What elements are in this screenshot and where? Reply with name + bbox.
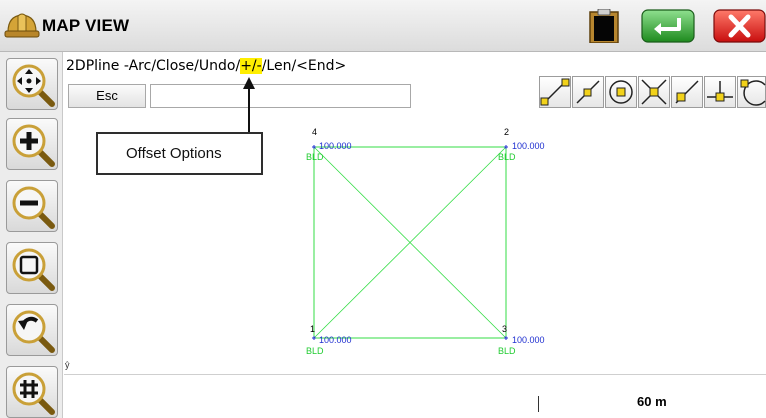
snap-midpoint-button[interactable] <box>572 76 604 108</box>
point-description: BLD <box>306 346 324 356</box>
point-elevation: 100.000 <box>319 335 352 345</box>
point-number: 2 <box>504 127 509 137</box>
snap-nearest-button[interactable] <box>671 76 703 108</box>
pan-icon <box>12 64 55 107</box>
callout-arrow <box>243 77 255 133</box>
zoom-previous-button[interactable] <box>6 304 58 356</box>
point-elevation: 100.000 <box>512 141 545 151</box>
offset-options-highlight[interactable]: +/- <box>240 58 262 74</box>
snap-tangent-icon <box>740 79 766 106</box>
point-number: 3 <box>502 324 507 334</box>
point-2[interactable]: 2 100.000 BLD <box>498 127 545 162</box>
zoom-previous-icon <box>12 310 55 353</box>
zoom-in-button[interactable] <box>6 118 58 170</box>
point-number: 4 <box>312 127 317 137</box>
command-input[interactable] <box>150 84 411 108</box>
snap-midpoint-icon <box>576 80 600 104</box>
snap-intersection-button[interactable] <box>638 76 670 108</box>
point-description: BLD <box>498 346 516 356</box>
grid-icon <box>12 372 55 415</box>
snap-center-button[interactable] <box>605 76 637 108</box>
point-number: 1 <box>310 324 315 334</box>
snap-perpendicular-button[interactable] <box>704 76 736 108</box>
zoom-in-icon <box>12 124 55 167</box>
enter-icon[interactable] <box>641 9 695 43</box>
snap-endpoint-icon <box>540 78 570 106</box>
snap-endpoint-button[interactable] <box>539 76 571 108</box>
clipboard-icon[interactable] <box>584 9 624 43</box>
command-prefix: 2DPline -Arc/Close/Undo/ <box>66 58 241 74</box>
offset-options-callout: Offset Options <box>96 132 263 175</box>
status-divider <box>64 374 766 375</box>
snap-perpendicular-icon <box>707 81 733 102</box>
axis-indicator: ŷ <box>65 360 70 370</box>
snap-tangent-button[interactable] <box>737 76 766 108</box>
point-description: BLD <box>498 152 516 162</box>
zoom-extents-button[interactable] <box>6 242 58 294</box>
pan-button[interactable] <box>6 58 58 110</box>
zoom-out-button[interactable] <box>6 180 58 232</box>
point-elevation: 100.000 <box>512 335 545 345</box>
close-icon[interactable] <box>713 9 766 43</box>
point-3[interactable]: 3 100.000 BLD <box>498 324 545 356</box>
grid-button[interactable] <box>6 366 58 418</box>
hard-hat-icon <box>4 13 40 38</box>
point-description: BLD <box>306 152 324 162</box>
command-prompt: 2DPline -Arc/Close/Undo/+/-/Len/<End> <box>66 58 346 74</box>
zoom-extents-icon <box>12 248 55 291</box>
scale-bar-tick <box>538 396 539 412</box>
zoom-out-icon <box>12 186 55 229</box>
scale-label: 60 m <box>637 394 667 409</box>
snap-nearest-icon <box>675 80 699 104</box>
app-title: MAP VIEW <box>42 16 130 35</box>
point-4[interactable]: 4 100.000 BLD <box>306 127 352 162</box>
snap-center-icon <box>609 80 633 104</box>
esc-button[interactable]: Esc <box>68 84 146 108</box>
snap-intersection-icon <box>641 79 667 105</box>
command-suffix: /Len/<End> <box>261 58 347 74</box>
title-bar: MAP VIEW <box>0 0 766 52</box>
point-1[interactable]: 1 100.000 BLD <box>306 324 352 356</box>
left-toolbar <box>0 52 63 418</box>
point-elevation: 100.000 <box>319 141 352 151</box>
